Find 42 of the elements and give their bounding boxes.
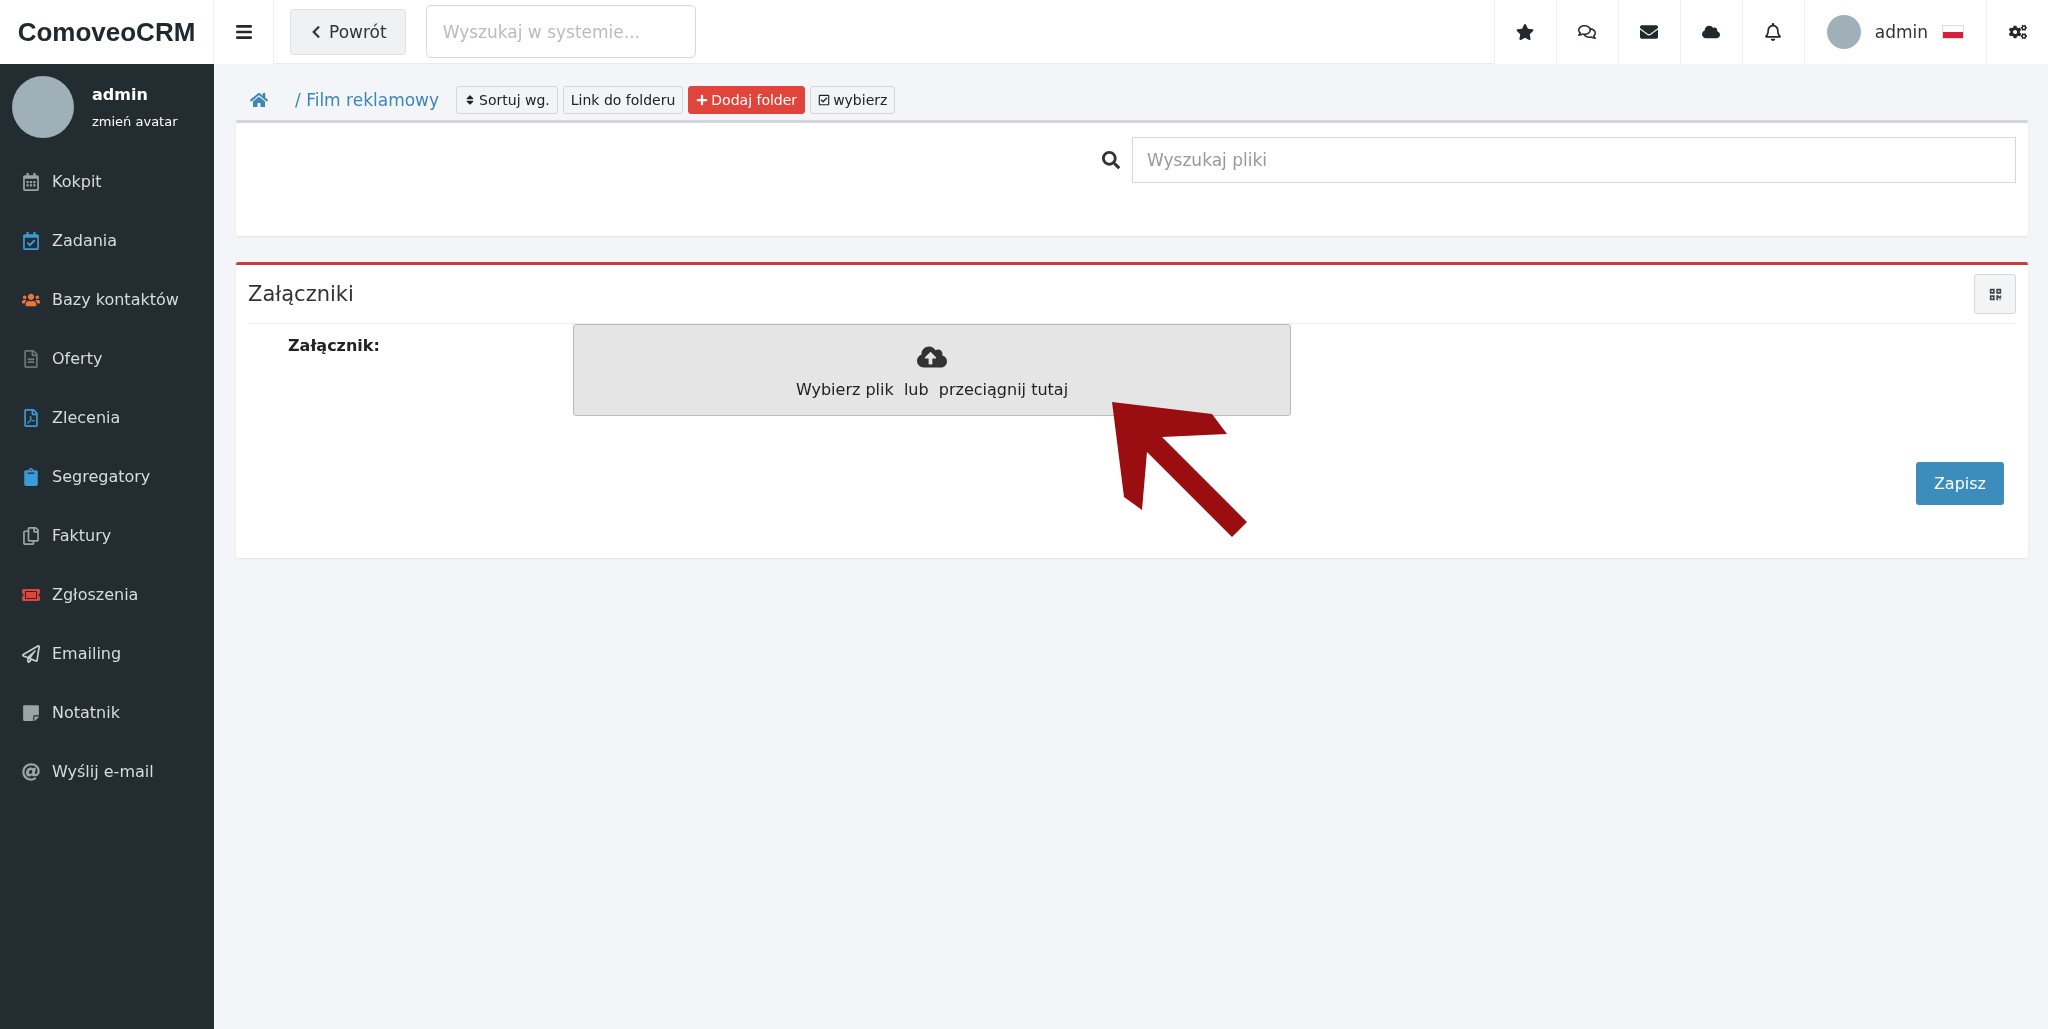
toolbar-button[interactable]: Dodaj folder	[688, 86, 806, 114]
toolbar-button[interactable]: Sortuj wg.	[456, 86, 558, 114]
sidebar-item[interactable]: Faktury	[0, 506, 214, 565]
sidebar-item[interactable]: Wyślij e-mail	[0, 742, 214, 801]
sidebar-item[interactable]: Kokpit	[0, 152, 214, 211]
user-menu[interactable]: admin	[1803, 0, 1986, 64]
bell-icon[interactable]	[1741, 0, 1804, 64]
flag-icon	[1942, 24, 1964, 39]
cloud-icon[interactable]	[1679, 0, 1742, 64]
home-icon[interactable]	[250, 91, 268, 109]
sidebar-item[interactable]: Bazy kontaktów	[0, 270, 214, 329]
sidebar-item[interactable]: Zadania	[0, 211, 214, 270]
field-label: Załącznik:	[287, 335, 381, 357]
back-button[interactable]: Powrót	[290, 8, 406, 55]
user-name: admin	[92, 85, 149, 104]
qr-code-button[interactable]	[1974, 274, 2016, 314]
file-drop-zone[interactable]: Wybierz plik lub przeciągnij tutaj	[573, 324, 1291, 416]
sidebar-item[interactable]: Notatnik	[0, 683, 214, 742]
search-field[interactable]: Wyszukaj w systemie...	[425, 5, 696, 58]
plus-icon	[696, 94, 709, 106]
save-button[interactable]: Zapisz	[1915, 462, 2004, 505]
search-icon	[1102, 151, 1120, 169]
toolbar-button[interactable]: Link do folderu	[562, 86, 684, 114]
breadcrumb-link[interactable]: / Film reklamowy	[295, 90, 440, 110]
menu-button[interactable]	[214, 0, 274, 64]
file-search-field[interactable]: Wyszukaj pliki	[1132, 137, 2016, 183]
sidebar-item[interactable]: Zlecenia	[0, 388, 214, 447]
sidebar-item[interactable]: Zgłoszenia	[0, 565, 214, 624]
qr-code-icon	[1988, 287, 2002, 301]
chat-icon[interactable]	[1555, 0, 1618, 64]
avatar	[1826, 14, 1861, 49]
toolbar-button[interactable]: wybierz	[810, 86, 896, 114]
envelope-icon[interactable]	[1617, 0, 1680, 64]
settings-icon[interactable]	[1986, 0, 2048, 64]
sidebar-item[interactable]: Segregatory	[0, 447, 214, 506]
sidebar-item[interactable]: Oferty	[0, 329, 214, 388]
checkbox-icon	[818, 94, 831, 106]
change-avatar-link[interactable]: zmień avatar	[92, 114, 178, 129]
sidebar-item[interactable]: Emailing	[0, 624, 214, 683]
panel-title: Załączniki	[248, 282, 354, 306]
brand-logo: ComoveoCRM	[0, 0, 214, 64]
menu-icon	[234, 22, 253, 41]
